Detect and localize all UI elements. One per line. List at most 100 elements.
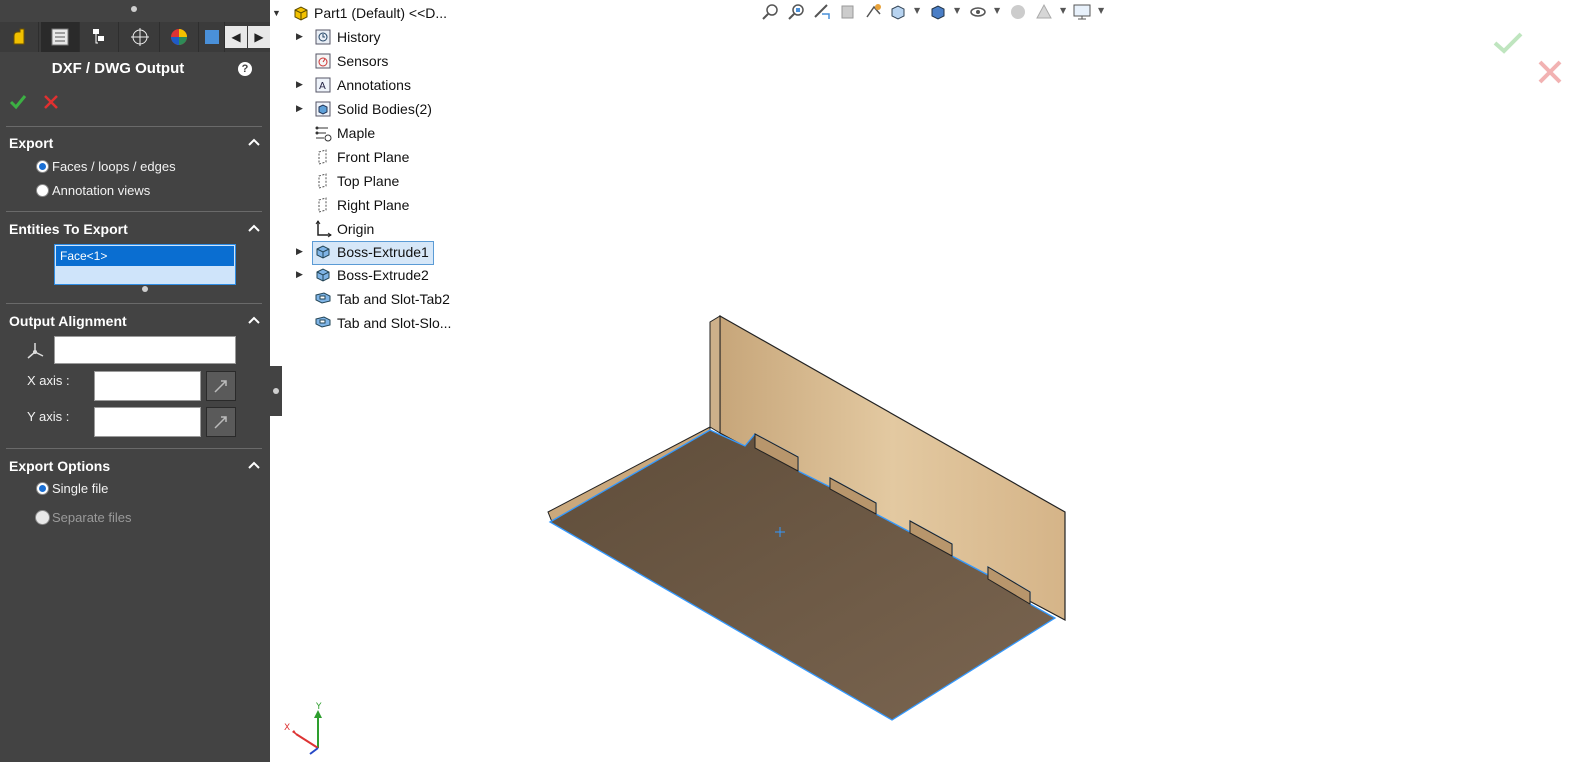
expand-arrow-icon[interactable]: ▶ — [296, 79, 303, 90]
tree-item-history[interactable]: ▶ History — [270, 27, 470, 49]
tab-slot-icon — [315, 292, 331, 304]
plane-icon — [318, 197, 327, 213]
tab-slot-icon — [315, 316, 331, 328]
edit-appearance-icon[interactable] — [1008, 2, 1028, 22]
dropdown-arrow-icon[interactable]: ▼ — [954, 6, 960, 15]
dropdown-arrow-icon[interactable]: ▼ — [1060, 6, 1066, 15]
zoom-to-area-icon[interactable] — [786, 2, 806, 22]
divider — [6, 448, 262, 449]
display-style-icon[interactable] — [928, 2, 948, 22]
separate-files-radio — [35, 510, 50, 525]
part-icon — [294, 6, 308, 21]
tree-root-label: Part1 (Default) <<D... — [314, 5, 448, 21]
reverse-direction-icon — [214, 416, 227, 429]
y-axis-field[interactable] — [94, 407, 201, 437]
divider — [6, 303, 262, 304]
view-orientation-icon[interactable] — [888, 2, 908, 22]
cancel-button[interactable] — [43, 93, 59, 111]
collapse-chevron-icon[interactable] — [247, 315, 261, 325]
expand-arrow-icon[interactable]: ▶ — [296, 246, 303, 257]
hide-show-items-icon[interactable] — [968, 2, 988, 22]
export-section-title: Export — [9, 135, 54, 151]
reverse-direction-icon — [214, 380, 227, 393]
display-manager-icon[interactable] — [160, 22, 199, 52]
separate-files-label: Separate files — [52, 510, 132, 525]
ok-button[interactable] — [9, 93, 27, 111]
tree-item-front-plane[interactable]: Front Plane — [270, 147, 470, 169]
configuration-manager-icon[interactable] — [80, 22, 119, 52]
dropdown-arrow-icon[interactable]: ▼ — [994, 6, 1000, 15]
collapse-chevron-icon[interactable] — [247, 460, 261, 470]
property-manager-panel: ◀ ▶ DXF / DWG Output ? Export Faces / lo… — [0, 0, 270, 762]
y-axis-label: Y axis : — [27, 409, 70, 424]
tree-item-label: Maple — [337, 125, 376, 141]
expand-arrow-icon[interactable]: ▶ — [296, 31, 303, 42]
single-file-radio[interactable] — [36, 482, 49, 495]
tabs-scroll-right-button[interactable]: ▶ — [248, 26, 270, 48]
divider — [6, 126, 262, 127]
tree-item-label: Sensors — [337, 53, 389, 69]
orientation-triad: Y X — [284, 702, 322, 755]
tree-item-sensors[interactable]: Sensors — [270, 51, 470, 73]
panel-title: DXF / DWG Output — [51, 60, 185, 77]
dropdown-arrow-icon[interactable]: ▼ — [914, 6, 920, 15]
tree-item-top-plane[interactable]: Top Plane — [270, 171, 470, 193]
dimxpert-icon[interactable] — [121, 22, 160, 52]
tree-item-origin[interactable]: Origin — [270, 219, 470, 241]
list-resize-handle[interactable] — [142, 286, 148, 292]
tree-item-tab-slot-tab2[interactable]: Tab and Slot-Tab2 — [270, 289, 470, 311]
expand-arrow-icon[interactable]: ▶ — [296, 103, 303, 114]
entities-section-title: Entities To Export — [9, 221, 128, 237]
expand-arrow-icon[interactable]: ▶ — [296, 269, 303, 280]
tree-item-boss-extrude1[interactable]: ▶ Boss-Extrude1 — [270, 241, 470, 265]
svg-text:A: A — [319, 81, 326, 92]
triad-x-label: X — [284, 723, 290, 733]
entity-item[interactable]: Face<1> — [56, 246, 234, 266]
x-axis-field[interactable] — [94, 371, 201, 401]
solid-bodies-icon — [315, 101, 331, 117]
view-settings-icon[interactable] — [1072, 2, 1092, 22]
tabs-scroll-left-button[interactable]: ◀ — [225, 26, 247, 48]
tree-root[interactable]: ▼ Part1 (Default) <<D... — [270, 3, 470, 25]
dynamic-annotation-icon[interactable] — [864, 2, 884, 22]
tree-item-solid-bodies[interactable]: ▶ Solid Bodies(2) — [270, 99, 470, 121]
feature-manager-icon[interactable] — [0, 22, 39, 52]
single-file-label: Single file — [52, 481, 109, 496]
model-viewport[interactable] — [530, 300, 1090, 730]
entities-list[interactable]: Face<1> — [54, 244, 236, 285]
help-icon[interactable]: ? — [238, 62, 252, 76]
property-manager-icon[interactable] — [41, 22, 80, 52]
reverse-x-direction-button[interactable] — [206, 371, 236, 401]
annotation-views-label: Annotation views — [52, 183, 151, 198]
collapse-chevron-icon[interactable] — [247, 137, 261, 147]
heads-up-toolbar: ▼ ▼ ▼ ▼ ▼ — [756, 0, 1116, 24]
panel-grip[interactable] — [0, 0, 270, 20]
tree-item-boss-extrude2[interactable]: ▶ Boss-Extrude2 — [270, 265, 470, 287]
confirm-ok-icon[interactable] — [1492, 30, 1524, 56]
panel-collapse-handle[interactable] — [270, 366, 282, 416]
tree-item-annotations[interactable]: ▶ A Annotations — [270, 75, 470, 97]
apply-scene-icon[interactable] — [1034, 2, 1054, 22]
cam-icon[interactable] — [200, 22, 225, 52]
plane-icon — [318, 173, 327, 189]
section-view-icon[interactable] — [838, 2, 858, 22]
collapse-arrow-icon[interactable]: ▼ — [272, 8, 281, 18]
confirm-cancel-icon[interactable] — [1536, 58, 1564, 86]
annotation-views-radio[interactable] — [36, 184, 49, 197]
tree-item-label: Annotations — [337, 77, 411, 93]
manager-tabs: ◀ ▶ — [0, 22, 270, 52]
tree-item-tab-slot-slot[interactable]: Tab and Slot-Slo... — [270, 313, 470, 335]
collapse-chevron-icon[interactable] — [247, 223, 261, 233]
previous-view-icon[interactable] — [812, 2, 832, 22]
tree-item-material[interactable]: Maple — [270, 123, 470, 145]
tree-item-label: Boss-Extrude2 — [337, 267, 429, 283]
faces-loops-edges-radio[interactable] — [36, 160, 49, 173]
zoom-to-fit-icon[interactable] — [760, 2, 780, 22]
extrude-icon — [316, 245, 330, 259]
reverse-y-direction-button[interactable] — [206, 407, 236, 437]
back-wall-edge — [709, 315, 721, 434]
tree-item-right-plane[interactable]: Right Plane — [270, 195, 470, 217]
reference-point-field[interactable] — [54, 336, 236, 364]
tree-item-label: Tab and Slot-Tab2 — [337, 291, 450, 307]
dropdown-arrow-icon[interactable]: ▼ — [1098, 6, 1104, 15]
